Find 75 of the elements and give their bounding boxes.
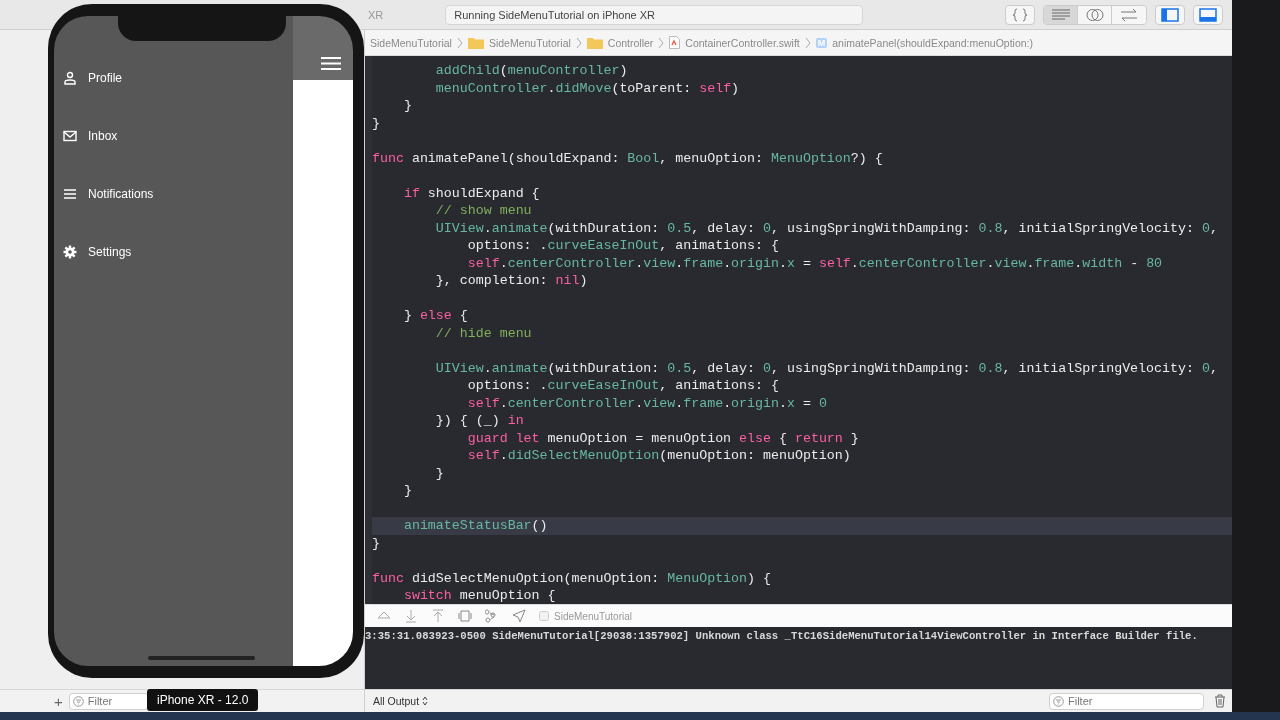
output-menu[interactable]: All Output: [373, 695, 429, 707]
menu-icon: [63, 187, 77, 201]
breadcrumb-item[interactable]: animatePanel(shouldExpand:menuOption:): [832, 36, 1034, 49]
code-line: }: [372, 114, 381, 132]
menu-icon[interactable]: [321, 56, 341, 71]
editor-mode-button[interactable]: [1078, 5, 1113, 24]
breadcrumb-item[interactable]: ContainerController.swift: [685, 36, 800, 49]
console-line: 3:35:31.083923-0500 SideMenuTutorial[29038:1357902] Unknown class _TtC16SideMenuTutorial14ViewController in Interface Builder file.: [365, 630, 1199, 642]
breadcrumb-item[interactable]: Controller: [607, 36, 654, 49]
circles-icon: [1084, 7, 1105, 22]
code-line: if shouldExpand {: [402, 184, 541, 202]
code-line: }: [434, 464, 445, 482]
folder-icon: [586, 36, 603, 49]
menu-item[interactable]: Profile: [54, 49, 293, 107]
tooltip: iPhone XR - 12.0: [147, 689, 259, 711]
chevron-icon: [658, 36, 665, 49]
bottom-panel-icon: [1199, 7, 1218, 22]
activity-view: Running SideMenuTutorial on iPhone XR: [445, 4, 864, 25]
code-line: // hide menu: [434, 324, 533, 342]
navigator-toggle-button[interactable]: [1155, 4, 1186, 25]
filter-icon: [1053, 695, 1064, 707]
code-line: addChild(menuController): [434, 62, 629, 80]
code-line: }, completion: nil): [434, 272, 589, 290]
step-into-icon[interactable]: [431, 609, 445, 623]
settings-icon: [63, 245, 77, 259]
debug-area-toggle-button[interactable]: [1193, 4, 1224, 25]
updown-icon: [422, 696, 429, 706]
code-line: switch menuOption {: [402, 587, 557, 604]
code-line: options: .curveEaseInOut, animations: {: [466, 377, 780, 395]
mail-icon: [63, 129, 77, 143]
process-name: SideMenuTutorial: [554, 610, 632, 622]
left-panel-icon: [1161, 7, 1180, 22]
code-line: UIView.animate(withDuration: 0.5, delay: 0, usingSpringWithDamping: 0.8, initialSpringVelocity: 0,: [434, 359, 1219, 377]
code-line: guard let menuOption = menuOption else { return }: [466, 429, 860, 447]
code-line: func animatePanel(shouldExpand: Bool, menuOption: MenuOption?) {: [372, 149, 884, 167]
add-button[interactable]: +: [54, 693, 63, 709]
lines-icon: [1050, 8, 1071, 21]
location-icon[interactable]: [512, 609, 526, 623]
menu-item[interactable]: Notifications: [54, 165, 293, 223]
code-line: UIView.animate(withDuration: 0.5, delay: 0, usingSpringWithDamping: 0.8, initialSpringVelocity: 0,: [434, 219, 1219, 237]
code-line: self.didSelectMenuOption(menuOption: menuOption): [466, 447, 852, 465]
person-icon: [63, 71, 77, 85]
file-icon: [669, 36, 681, 49]
editor-mode-button[interactable]: [1112, 5, 1147, 24]
code-line: }) { (_) in: [434, 412, 525, 430]
breadcrumb-item[interactable]: SideMenuTutorial: [370, 36, 452, 49]
trash-icon[interactable]: [1214, 694, 1226, 708]
menu-item[interactable]: Inbox: [54, 107, 293, 165]
filter-icon: [72, 695, 84, 707]
method-badge: M: [815, 37, 828, 48]
code-line: }: [372, 534, 381, 552]
chevron-icon: [804, 36, 811, 49]
code-line: // show menu: [434, 202, 533, 220]
arrows-icon: [1119, 7, 1140, 22]
code-line: } else {: [402, 307, 469, 325]
app-icon: [539, 611, 549, 621]
code-line: menuController.didMove(toParent: self): [434, 79, 741, 97]
filter-field[interactable]: Filter: [68, 692, 149, 710]
chevron-icon: [456, 36, 463, 49]
chevron-icon: [575, 36, 582, 49]
menu-item[interactable]: Settings: [54, 223, 293, 281]
code-line: func didSelectMenuOption(menuOption: MenuOption) {: [372, 569, 772, 587]
braces-icon: [1012, 7, 1029, 22]
editor-mode-button[interactable]: [1044, 5, 1079, 24]
folder-icon: [467, 36, 484, 49]
code-line: self.centerController.view.frame.origin.x = self.centerController.view.frame.width - 80: [466, 254, 1164, 272]
breadcrumb-item[interactable]: SideMenuTutorial: [488, 36, 571, 49]
view-hierarchy-icon[interactable]: [485, 609, 499, 623]
code-line: options: .curveEaseInOut, animations: {: [466, 237, 780, 255]
filter-field[interactable]: Filter: [1049, 692, 1204, 710]
library-button[interactable]: [1005, 4, 1036, 25]
step-over-icon[interactable]: [404, 609, 418, 623]
code-line: self.centerController.view.frame.origin.x = 0: [466, 394, 828, 412]
code-line: }: [402, 97, 413, 115]
code-line: }: [402, 482, 413, 500]
